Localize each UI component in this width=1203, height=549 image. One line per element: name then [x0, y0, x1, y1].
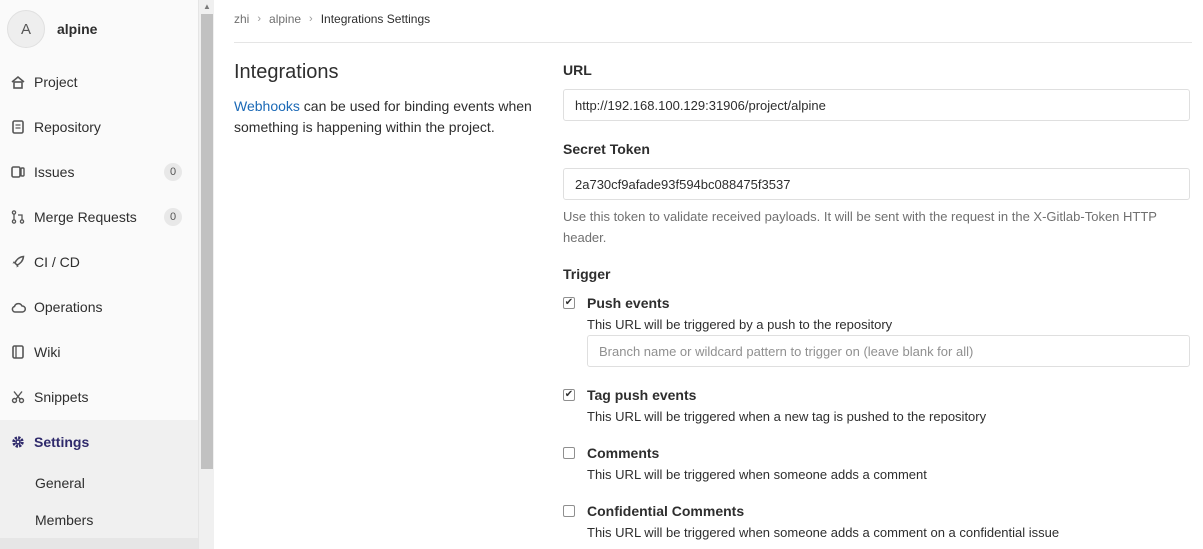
sidebar-item-label: Issues [34, 164, 75, 180]
sidebar-item-snippets[interactable]: Snippets [0, 375, 198, 419]
sidebar-scrollbar-thumb[interactable] [201, 14, 213, 469]
submenu-item-general[interactable]: General [35, 475, 85, 491]
project-context-header[interactable]: A alpine [0, 0, 198, 58]
push-events-help: This URL will be triggered by a push to … [587, 317, 893, 332]
sidebar-item-label: Settings [34, 434, 90, 450]
url-input[interactable] [563, 89, 1190, 121]
intro-description: Webhooks can be used for binding events … [234, 96, 534, 138]
scissors-icon [10, 389, 26, 405]
webhooks-link[interactable]: Webhooks [234, 98, 300, 114]
sidebar-item-label: Wiki [34, 344, 61, 360]
sidebar-item-merge-requests[interactable]: Merge Requests 0 [0, 195, 198, 239]
sidebar-item-project[interactable]: Project [0, 60, 198, 104]
tag-push-events-checkbox[interactable]: ✔ [563, 389, 575, 401]
settings-submenu: General Members [0, 464, 198, 549]
submenu-item-members[interactable]: Members [35, 512, 93, 528]
push-events-label[interactable]: Push events [587, 295, 669, 311]
settings-icon [10, 434, 26, 450]
trigger-label: Trigger [563, 266, 611, 282]
tag-push-events-help: This URL will be triggered when a new ta… [587, 409, 987, 424]
merge-requests-count-badge: 0 [164, 208, 182, 226]
sidebar-item-label: Operations [34, 299, 103, 315]
confidential-comments-label[interactable]: Confidential Comments [587, 503, 744, 519]
breadcrumb: zhi › alpine › Integrations Settings [234, 10, 430, 28]
chevron-right-icon: › [309, 13, 313, 25]
tag-push-events-label[interactable]: Tag push events [587, 387, 696, 403]
sidebar-item-label: Repository [34, 119, 101, 135]
sidebar-item-wiki[interactable]: Wiki [0, 330, 198, 374]
confidential-comments-checkbox[interactable] [563, 505, 575, 517]
cloud-gear-icon [10, 299, 26, 315]
breadcrumb-divider [234, 42, 1192, 43]
page-title: Integrations [234, 61, 339, 83]
submenu-item-next[interactable] [0, 538, 198, 549]
scroll-up-arrow-icon[interactable]: ▲ [200, 2, 214, 12]
sidebar-item-label: Merge Requests [34, 209, 137, 225]
sidebar-item-settings[interactable]: Settings [0, 420, 198, 464]
chevron-right-icon: › [257, 13, 262, 25]
check-icon: ✔ [564, 297, 574, 308]
rocket-icon [10, 254, 26, 270]
sidebar-item-label: Snippets [34, 389, 89, 405]
sidebar-item-label: CI / CD [34, 254, 80, 270]
sidebar-item-operations[interactable]: Operations [0, 285, 198, 329]
sidebar-item-issues[interactable]: Issues 0 [0, 150, 198, 194]
home-icon [10, 74, 26, 90]
sidebar-item-label: Project [34, 74, 78, 90]
confidential-comments-help: This URL will be triggered when someone … [587, 525, 1060, 540]
secret-token-help: Use this token to validate received payl… [563, 209, 1157, 245]
breadcrumb-current[interactable]: Integrations Settings [321, 12, 430, 26]
project-name: alpine [57, 21, 98, 37]
push-events-checkbox[interactable]: ✔ [563, 297, 575, 309]
project-avatar: A [7, 10, 45, 48]
breadcrumb-item-project[interactable]: alpine [269, 12, 301, 26]
branch-filter-input[interactable] [587, 335, 1190, 367]
sidebar-item-ci-cd[interactable]: CI / CD [0, 240, 198, 284]
check-icon: ✔ [564, 389, 574, 400]
sidebar: A alpine Project Repository Issues 0 Mer… [0, 0, 199, 549]
merge-request-icon [10, 209, 26, 225]
comments-checkbox[interactable] [563, 447, 575, 459]
issues-icon [10, 164, 26, 180]
sidebar-item-repository[interactable]: Repository [0, 105, 198, 149]
secret-token-label: Secret Token [563, 141, 650, 157]
book-icon [10, 344, 26, 360]
secret-token-input[interactable] [563, 168, 1190, 200]
breadcrumb-item-namespace[interactable]: zhi [234, 12, 249, 26]
url-label: URL [563, 62, 592, 78]
comments-label[interactable]: Comments [587, 445, 659, 461]
doc-icon [10, 119, 26, 135]
comments-help: This URL will be triggered when someone … [587, 467, 927, 482]
issues-count-badge: 0 [164, 163, 182, 181]
